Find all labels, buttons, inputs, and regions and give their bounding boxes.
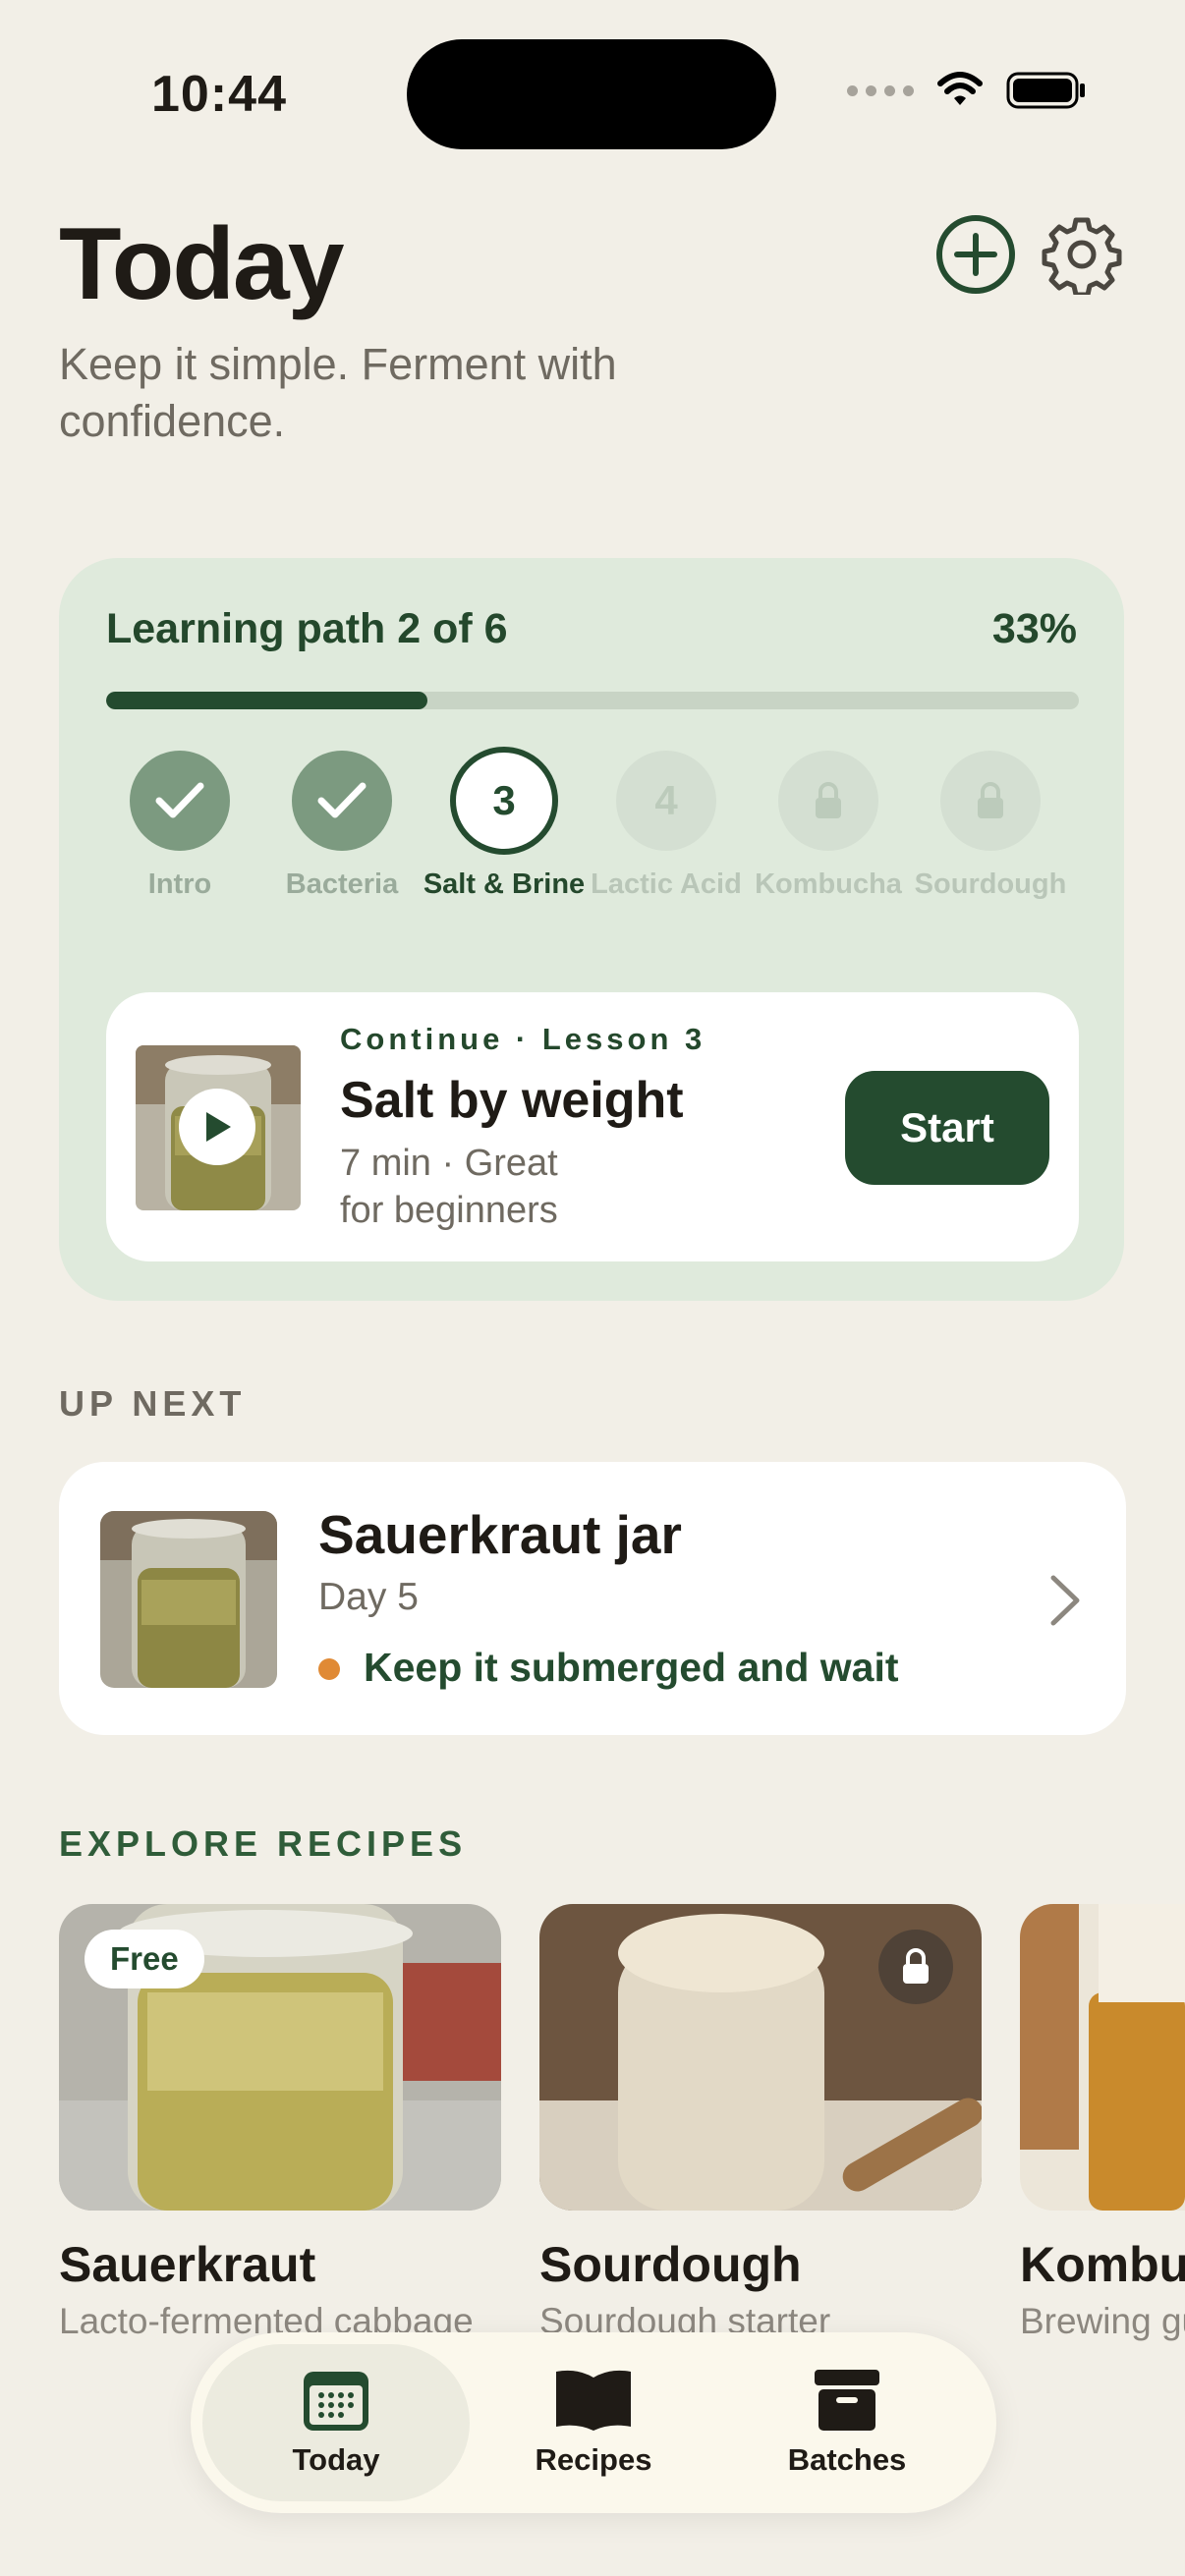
step-kombucha[interactable]: Kombucha <box>747 751 910 903</box>
batch-status: Keep it submerged and wait <box>364 1645 899 1690</box>
signal-dots-icon <box>847 84 914 96</box>
step-circle-done <box>292 751 392 851</box>
start-lesson-button[interactable]: Start <box>845 1071 1049 1185</box>
step-circle-locked <box>778 751 878 851</box>
learning-path-label: Learning path 2 of 6 <box>106 605 508 652</box>
recipe-card-kombucha[interactable] <box>1020 1904 1185 2211</box>
batch-title: Sauerkraut jar <box>318 1504 682 1565</box>
book-icon <box>556 2370 631 2431</box>
recipe-name: Sourdough <box>539 2237 802 2292</box>
batch-thumbnail <box>100 1511 277 1688</box>
lesson-meta: 7 min · Great for beginners <box>340 1143 558 1231</box>
progress-fill <box>106 692 427 709</box>
step-sourdough[interactable]: Sourdough <box>909 751 1072 903</box>
up-next-heading: UP NEXT <box>59 1383 247 1424</box>
lesson-eyebrow: Continue · Lesson 3 <box>340 1022 706 1056</box>
tab-label: Batches <box>787 2442 907 2477</box>
step-number: 3 <box>492 777 516 823</box>
archive-box-icon <box>815 2370 879 2431</box>
wifi-icon <box>937 72 983 105</box>
step-bacteria[interactable]: Bacteria <box>260 751 423 903</box>
settings-button[interactable] <box>1040 212 1124 297</box>
step-label: Intro <box>147 868 212 900</box>
recipe-name: Kombucha <box>1020 2237 1185 2292</box>
step-lactic-acid[interactable]: 4 Lactic Acid <box>585 751 748 903</box>
lock-icon <box>978 782 1003 818</box>
learning-path-progress-bar <box>106 692 1079 709</box>
lock-icon <box>903 1948 929 1984</box>
step-label: Lactic Acid <box>591 868 742 900</box>
locked-badge <box>878 1930 953 2004</box>
step-label: Bacteria <box>285 868 399 900</box>
play-button[interactable] <box>179 1089 255 1165</box>
free-badge: Free <box>85 1930 204 1988</box>
plus-circle-icon <box>936 215 1015 294</box>
step-intro[interactable]: Intro <box>98 751 261 903</box>
tab-bar: Today Recipes Batches <box>191 2332 996 2513</box>
calendar-icon <box>304 2372 368 2431</box>
status-time: 10:44 <box>151 66 287 123</box>
step-number: 4 <box>654 777 678 823</box>
lesson-title: Salt by weight <box>340 1072 684 1129</box>
step-salt-brine[interactable]: 3 Salt & Brine <box>423 747 586 903</box>
step-label: Salt & Brine <box>423 868 586 900</box>
batch-day: Day 5 <box>318 1576 419 1618</box>
recipe-name: Sauerkraut <box>59 2237 316 2292</box>
chevron-right-icon <box>1045 1574 1085 1632</box>
page-subtitle: Keep it simple. Ferment with confidence. <box>59 339 617 446</box>
learning-path-percent: 33% <box>991 605 1077 652</box>
status-icons <box>847 71 1087 110</box>
step-label: Kombucha <box>755 868 902 900</box>
step-circle-done <box>130 751 230 851</box>
status-dot <box>318 1658 340 1680</box>
page-title: Today <box>59 207 345 321</box>
gear-icon <box>1042 217 1122 295</box>
tab-today[interactable]: Today <box>202 2344 470 2501</box>
tab-batches[interactable]: Batches <box>713 2344 981 2501</box>
learning-path-steps: Intro Bacteria 3 Salt & Brine 4 Lactic A… <box>106 747 1089 947</box>
battery-icon <box>1006 72 1085 109</box>
step-circle-locked <box>940 751 1041 851</box>
tab-recipes[interactable]: Recipes <box>460 2344 727 2501</box>
dynamic-island <box>407 39 776 149</box>
step-circle-future: 4 <box>616 751 716 851</box>
lock-icon <box>816 782 841 818</box>
tab-label: Recipes <box>535 2442 652 2477</box>
play-icon <box>206 1112 231 1142</box>
recipe-description: Brewing guide <box>1020 2301 1185 2341</box>
add-button[interactable] <box>933 212 1018 297</box>
step-label: Sourdough <box>914 868 1067 900</box>
step-circle-current: 3 <box>450 747 558 855</box>
tab-label: Today <box>292 2442 380 2477</box>
checkmark-icon <box>317 782 367 818</box>
explore-recipes-heading: EXPLORE RECIPES <box>59 1823 468 1864</box>
checkmark-icon <box>155 782 204 818</box>
